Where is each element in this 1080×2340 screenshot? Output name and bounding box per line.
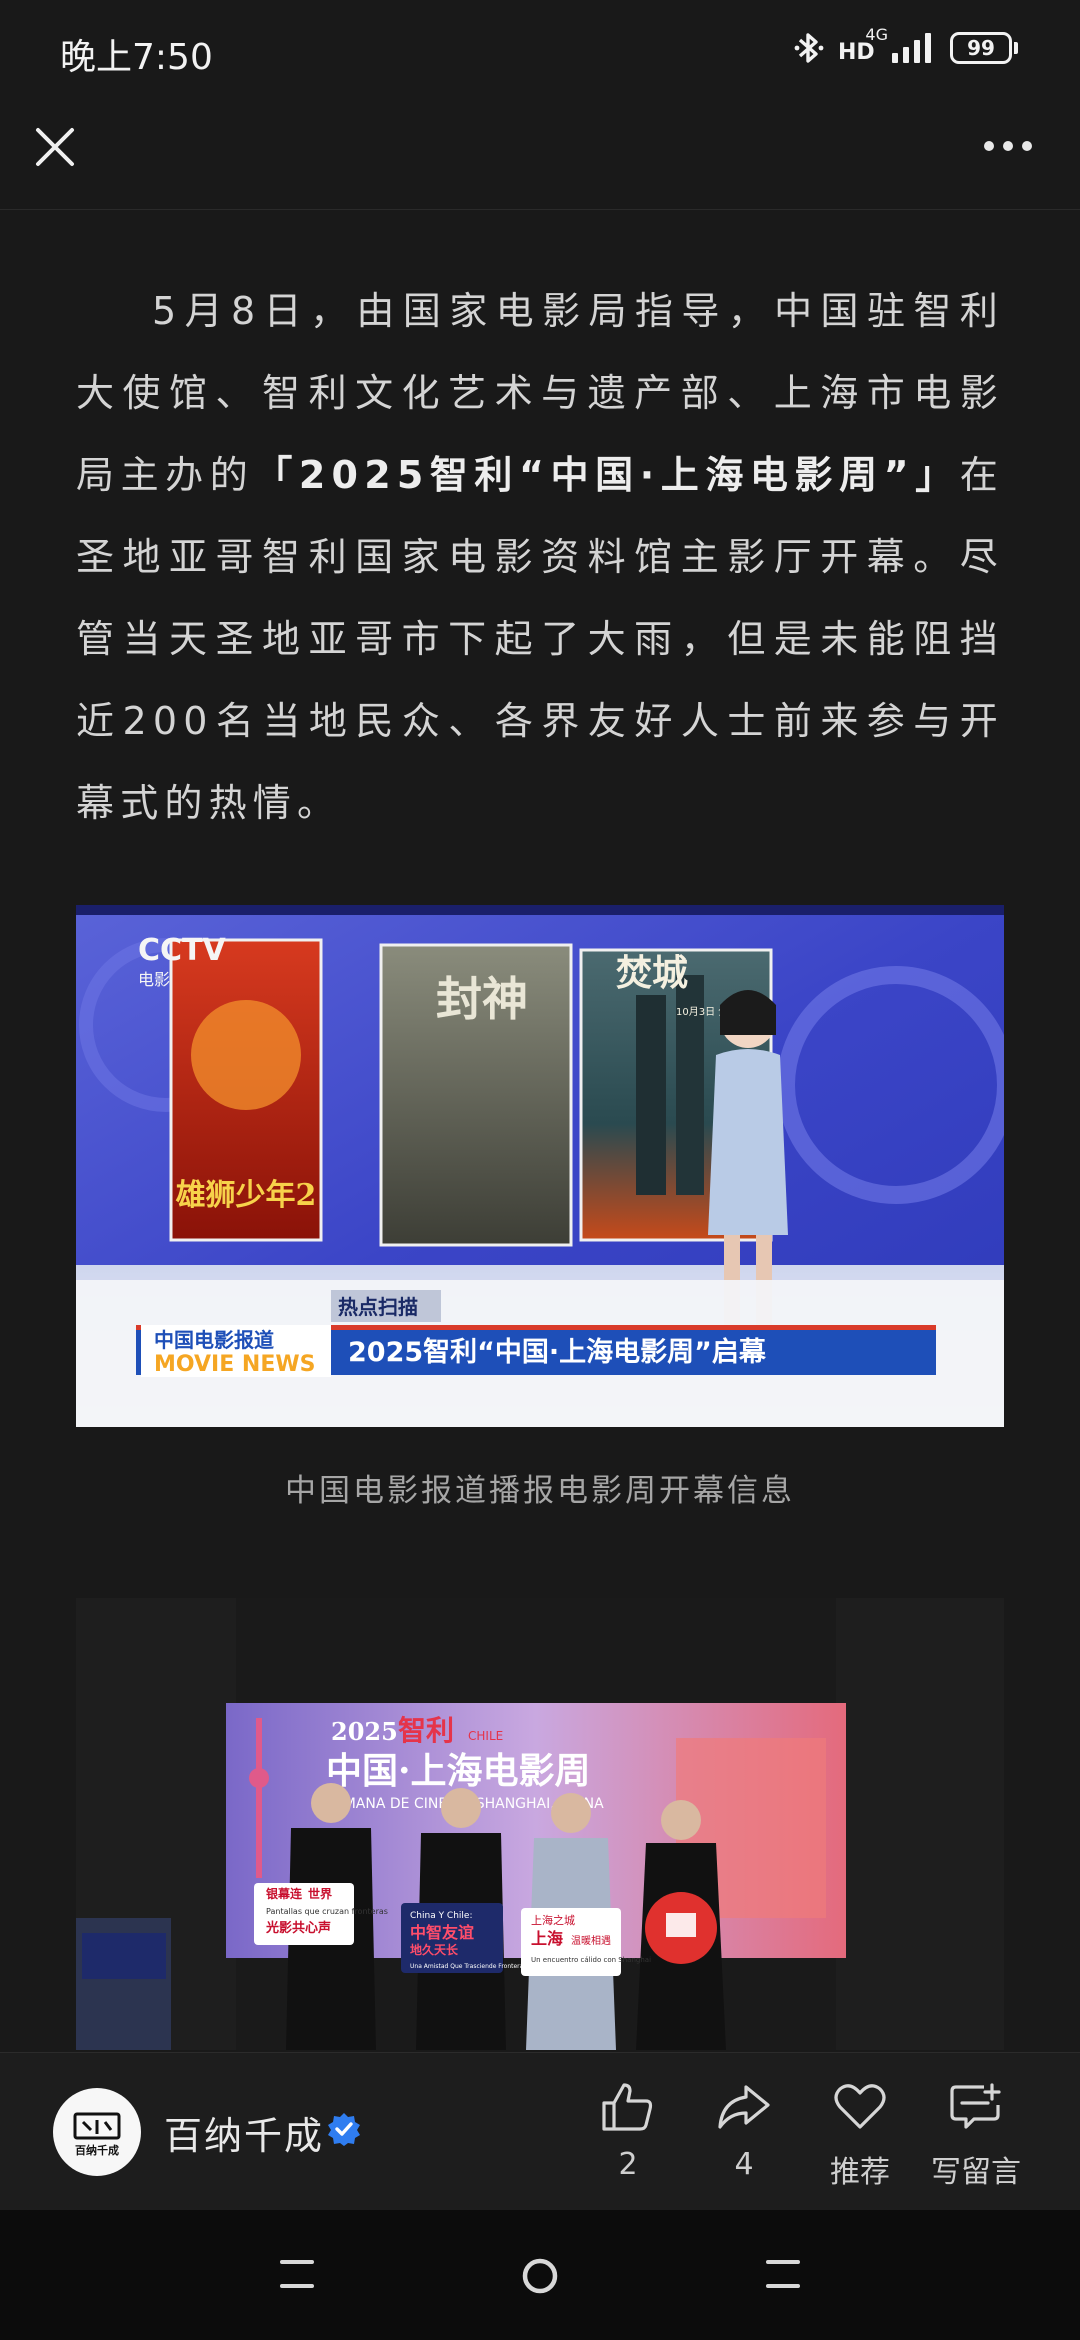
system-nav-bar [0, 2210, 1080, 2340]
svg-text:世界: 世界 [308, 1886, 332, 1901]
svg-text:光影共心声: 光影共心声 [265, 1920, 331, 1936]
bold-event-title: 「2025智利“中国·上海电影周”」 [254, 453, 960, 497]
close-button[interactable] [30, 122, 80, 172]
write-comment-label: 写留言 [931, 2155, 1021, 2190]
avatar-text: 百纳千成 [75, 2143, 119, 2157]
write-comment-button[interactable]: 写留言 [921, 2081, 1031, 2191]
signal-icon [892, 33, 936, 63]
menu-nav-button[interactable] [276, 2256, 318, 2296]
poster-1-title: 雄狮少年2 [176, 1178, 317, 1213]
bluetooth-icon [794, 30, 824, 66]
more-button[interactable] [984, 136, 1044, 156]
svg-text:上海: 上海 [531, 1929, 563, 1948]
article-paragraph: 5月8日，由国家电影局指导，中国驻智利大使馆、智利文化艺术与遗产部、上海市电影局… [76, 289, 1004, 825]
svg-text:中智友谊: 中智友谊 [410, 1923, 474, 1942]
status-icons: HD 4G 99 [794, 25, 1018, 66]
top-nav [0, 100, 1080, 210]
share-count: 4 [734, 2147, 754, 2182]
article-body: 5月8日，由国家电影局指导，中国驻智利大使馆、智利文化艺术与遗产部、上海市电影局… [76, 270, 1004, 844]
heart-icon [834, 2084, 886, 2129]
image-caption: 中国电影报道播报电影周开幕信息 [285, 1473, 795, 1509]
svg-text:Pantallas que cruzan fronteras: Pantallas que cruzan fronteras [266, 1907, 388, 1916]
battery-icon: 99 [950, 32, 1018, 64]
news-tag: 热点扫描 [338, 1295, 418, 1319]
news-broadcast-image[interactable]: 雄狮少年2 封神 焚城 10月3日 全国上映 CCTV 电影 中国电影报道 MO… [76, 905, 1004, 1427]
show-name-en: MOVIE NEWS [154, 1352, 315, 1377]
share-icon [718, 2085, 770, 2129]
cctv-logo: CCTV [138, 933, 226, 968]
poster-2-title: 封神 [436, 972, 528, 1026]
back-icon [766, 2260, 800, 2288]
news-headline: 2025智利“中国·上海电影周”启幕 [348, 1337, 767, 1368]
like-count: 2 [618, 2147, 638, 2182]
share-button[interactable]: 4 [689, 2081, 799, 2182]
thumbs-up-icon [602, 2083, 653, 2131]
action-bar: 百纳千成 百纳千成 2 4 推荐 写留言 [0, 2052, 1080, 2210]
poster-3-title: 焚城 [616, 952, 688, 994]
svg-text:Un encuentro cálido con Shangh: Un encuentro cálido con Shanghai [531, 1956, 651, 1964]
backdrop-year: 2025 [331, 1717, 398, 1746]
backdrop-title: 中国·上海电影周 [326, 1750, 591, 1792]
home-icon [522, 2258, 558, 2294]
home-nav-button[interactable] [520, 2256, 560, 2300]
status-bar: 晚上7:50 HD 4G 99 [0, 0, 1080, 100]
recommend-label: 推荐 [830, 2155, 890, 2190]
cctv-sub: 电影 [138, 970, 170, 989]
status-time: 晚上7:50 [60, 37, 213, 78]
svg-text:China Y Chile:: China Y Chile: [410, 1911, 473, 1921]
backdrop-country: 智利 [398, 1714, 454, 1747]
recommend-button[interactable]: 推荐 [805, 2081, 915, 2191]
show-name-cn: 中国电影报道 [154, 1328, 274, 1352]
event-photo[interactable]: 2025 智利 CHILE 中国·上海电影周 SEMANA DE CINE DE… [76, 1598, 1004, 2050]
backdrop-country-en: CHILE [468, 1729, 503, 1743]
svg-text:地久天长: 地久天长 [410, 1942, 459, 1957]
more-icon [984, 141, 994, 151]
svg-text:银幕连: 银幕连 [266, 1886, 303, 1901]
menu-icon [280, 2260, 314, 2288]
svg-text:Una Amistad Que Trasciende Fro: Una Amistad Que Trasciende Fronteras [410, 1963, 526, 1970]
comment-icon [950, 2083, 1001, 2129]
close-icon [36, 128, 74, 166]
like-button[interactable]: 2 [573, 2081, 683, 2182]
hd-icon: HD 4G [838, 25, 888, 65]
svg-text:温暖相遇: 温暖相遇 [571, 1934, 611, 1947]
author-name[interactable]: 百纳千成 [164, 2105, 324, 2160]
network-type: 4G [865, 25, 888, 44]
verified-badge-icon [326, 2111, 362, 2147]
battery-level: 99 [950, 32, 1012, 64]
svg-text:上海之城: 上海之城 [531, 1913, 575, 1927]
author-avatar[interactable]: 百纳千成 [53, 2088, 141, 2176]
back-nav-button[interactable] [762, 2256, 804, 2296]
